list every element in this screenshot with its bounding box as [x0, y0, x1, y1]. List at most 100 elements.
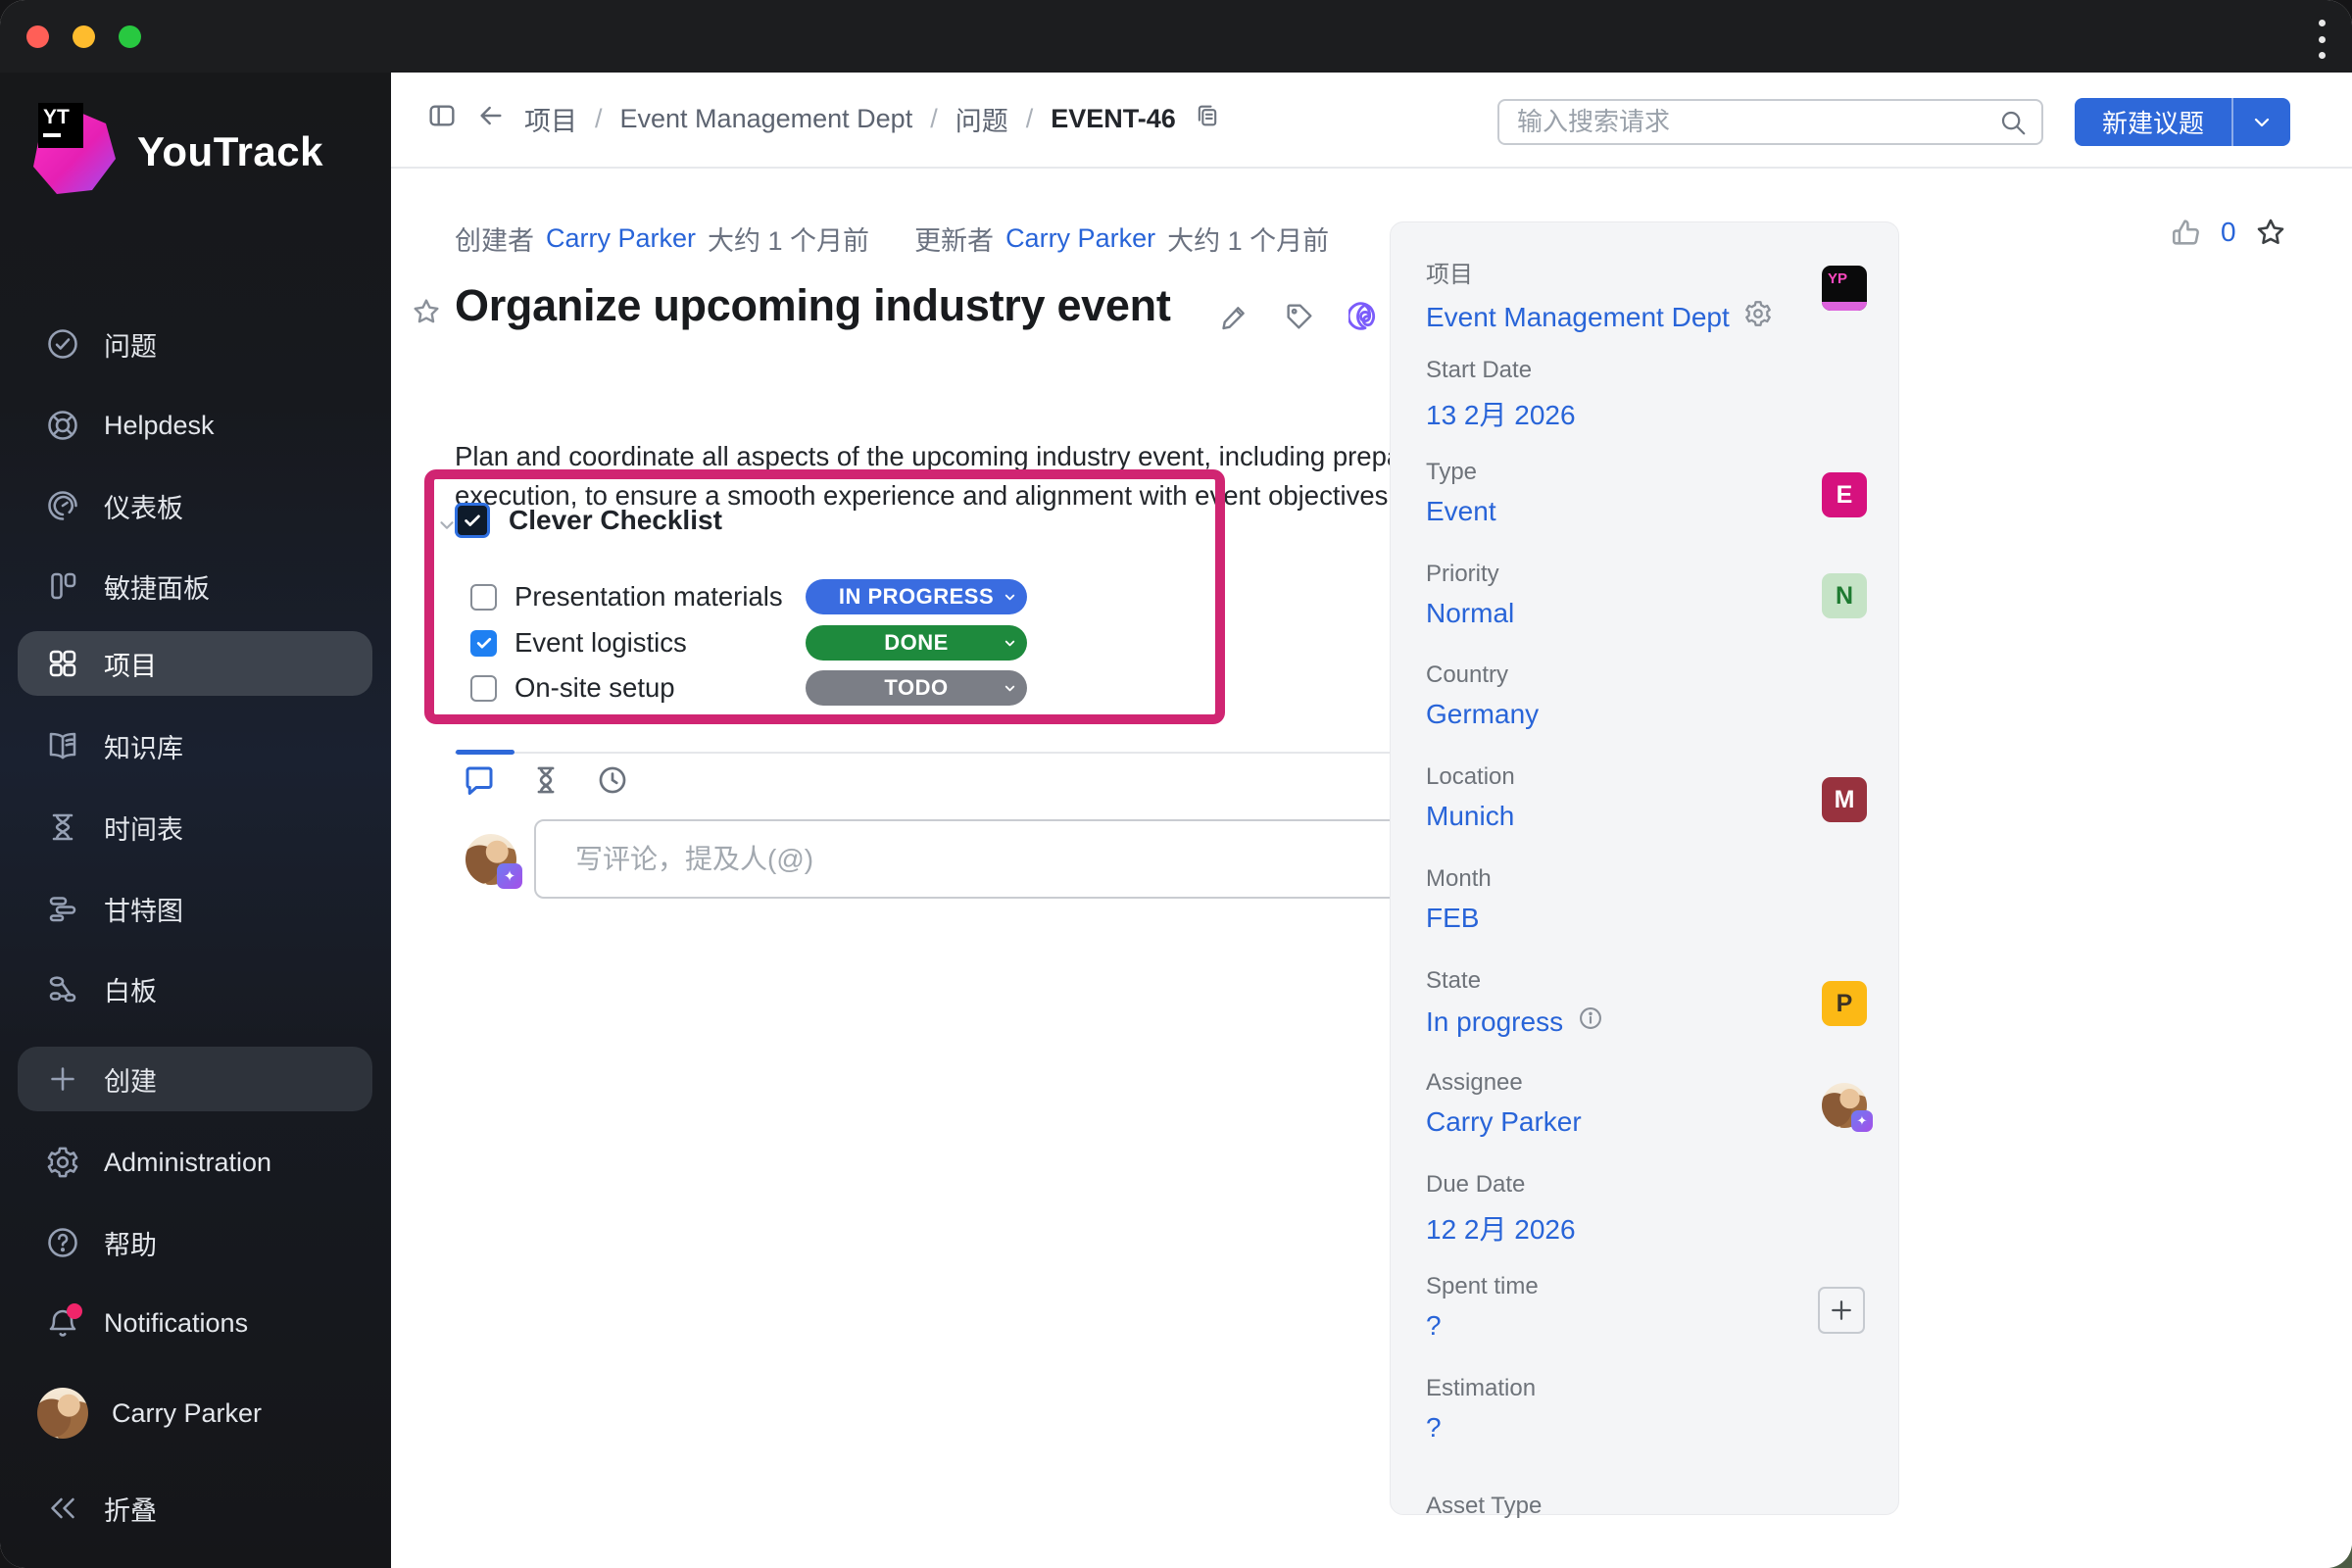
sidebar-item-gantt-charts[interactable]: 甘特图 — [18, 876, 372, 941]
project-settings-gear-icon[interactable] — [1743, 299, 1773, 335]
field-value-link[interactable]: ? — [1426, 1310, 1442, 1342]
field-value-link[interactable]: Event — [1426, 496, 1496, 527]
item-checkbox[interactable] — [470, 675, 497, 702]
checklist-header-checkbox[interactable] — [458, 506, 487, 535]
sidebar-item-issues[interactable]: 问题 — [18, 312, 372, 376]
issue-fields-panel: 项目 Event Management Dept YP Start Date 1… — [1390, 221, 1899, 1515]
sidebar-item-label: 仪表板 — [104, 487, 183, 525]
project-avatar-bar — [1822, 302, 1867, 311]
titlebar — [0, 0, 2352, 73]
breadcrumb-issues[interactable]: 问题 — [956, 100, 1008, 138]
sidebar-item-notifications[interactable]: Notifications — [18, 1291, 372, 1355]
field-location: Location Munich — [1426, 763, 1798, 832]
checklist-header: Clever Checklist — [458, 505, 722, 536]
activity-tabs — [460, 760, 632, 800]
updated-user-link[interactable]: Carry Parker — [1005, 223, 1155, 254]
sidebar-item-whiteboards[interactable]: 白板 — [18, 956, 372, 1021]
create-button[interactable]: 创建 — [18, 1047, 372, 1111]
field-label: Location — [1426, 763, 1798, 791]
field-value-link[interactable]: In progress — [1426, 1006, 1563, 1038]
field-start-date: Start Date 13 2月 2026 — [1426, 357, 1798, 433]
created-user-link[interactable]: Carry Parker — [546, 223, 696, 254]
logo-wordmark: YouTrack — [137, 128, 323, 175]
collapse-label: 折叠 — [104, 1490, 157, 1528]
new-issue-button[interactable]: 新建议题 — [2075, 98, 2231, 146]
plus-icon — [45, 1061, 80, 1097]
edit-pencil-icon[interactable] — [1219, 301, 1250, 332]
sidebar-collapse-button[interactable]: 折叠 — [18, 1476, 372, 1541]
gantt-icon — [45, 891, 80, 926]
item-checkbox[interactable] — [470, 630, 497, 657]
sidebar-item-label: Administration — [104, 1148, 271, 1178]
item-checkbox[interactable] — [470, 584, 497, 611]
tab-comments[interactable] — [460, 760, 499, 800]
sidebar-item-agile-boards[interactable]: 敏捷面板 — [18, 554, 372, 618]
field-value-link[interactable]: 13 2月 2026 — [1426, 394, 1576, 433]
field-label: 项目 — [1426, 255, 1798, 289]
sidebar-item-timesheets[interactable]: 时间表 — [18, 795, 372, 859]
browser-menu-icon[interactable] — [2317, 20, 2327, 59]
info-icon[interactable] — [1577, 1004, 1604, 1039]
breadcrumb-projects[interactable]: 项目 — [524, 100, 577, 138]
tab-spent-time[interactable] — [526, 760, 565, 800]
youtrack-logo[interactable]: YT YouTrack — [29, 108, 323, 196]
sidebar-item-dashboards[interactable]: 仪表板 — [18, 473, 372, 538]
status-pill-dropdown[interactable]: DONE — [806, 625, 1027, 661]
field-value-link[interactable]: Germany — [1426, 699, 1539, 730]
favorite-star-icon[interactable] — [411, 296, 442, 332]
star-icon[interactable] — [2254, 216, 2287, 249]
assignee-avatar[interactable]: ✦ — [1822, 1083, 1867, 1128]
user-name: Carry Parker — [112, 1398, 262, 1429]
field-value-link[interactable]: 12 2月 2026 — [1426, 1208, 1576, 1248]
status-pill-label: DONE — [884, 630, 949, 656]
back-arrow-icon[interactable] — [475, 100, 507, 138]
sidebar-item-label: Helpdesk — [104, 411, 215, 441]
collapse-icon — [45, 1491, 80, 1526]
breadcrumb-separator: / — [930, 104, 938, 134]
helpdesk-icon — [45, 408, 80, 443]
sidebar-item-knowledge-base[interactable]: 知识库 — [18, 713, 372, 778]
sidebar-item-administration[interactable]: Administration — [18, 1130, 372, 1195]
fold-chevron-icon[interactable] — [436, 514, 458, 541]
search-input[interactable] — [1499, 107, 1998, 137]
status-pill-dropdown[interactable]: IN PROGRESS — [806, 579, 1027, 614]
field-value-link[interactable]: Event Management Dept — [1426, 302, 1730, 333]
project-avatar[interactable]: YP — [1822, 266, 1867, 311]
field-value-link[interactable]: Carry Parker — [1426, 1106, 1582, 1138]
breadcrumb-project-name[interactable]: Event Management Dept — [620, 104, 913, 134]
issue-meta: 创建者 Carry Parker 大约 1 个月前 更新者 Carry Park… — [455, 220, 1329, 258]
close-window-button[interactable] — [26, 25, 49, 48]
field-label: State — [1426, 967, 1798, 995]
yt-monogram: YT — [38, 103, 83, 148]
copy-id-icon[interactable] — [1194, 102, 1221, 136]
field-spent-time: Spent time ? — [1426, 1273, 1798, 1342]
type-badge: E — [1822, 472, 1867, 517]
sidebar-item-label: 敏捷面板 — [104, 567, 210, 606]
sidebar-item-projects[interactable]: 项目 — [18, 631, 372, 696]
field-value-link[interactable]: Munich — [1426, 801, 1514, 832]
sidebar-item-profile[interactable]: Carry Parker — [18, 1381, 372, 1446]
thumbs-up-icon[interactable] — [2170, 216, 2203, 249]
minimize-window-button[interactable] — [73, 25, 95, 48]
status-pill-dropdown[interactable]: TODO — [806, 670, 1027, 706]
status-pill-label: TODO — [884, 675, 948, 701]
new-issue-dropdown-button[interactable] — [2233, 98, 2290, 146]
add-work-item-button[interactable] — [1818, 1287, 1865, 1334]
field-value-link[interactable]: FEB — [1426, 903, 1479, 934]
toggle-sidebar-icon[interactable] — [426, 100, 458, 138]
sidebar-item-helpdesk[interactable]: Helpdesk — [18, 393, 372, 458]
search-icon[interactable] — [1998, 108, 2028, 137]
header-divider — [391, 167, 2352, 169]
tag-icon[interactable] — [1284, 301, 1315, 332]
checklist-annotation-box: Clever Checklist Presentation materials … — [424, 469, 1225, 724]
field-value-link[interactable]: Normal — [1426, 598, 1514, 629]
app-badge-icon: ✦ — [1851, 1110, 1873, 1132]
chevron-down-icon — [1003, 681, 1017, 696]
field-value-link[interactable]: ? — [1426, 1412, 1442, 1444]
search-box — [1497, 99, 2043, 145]
field-type: Type Event — [1426, 459, 1798, 527]
tab-history[interactable] — [593, 760, 632, 800]
ai-mention-icon[interactable] — [1348, 300, 1382, 333]
zoom-window-button[interactable] — [119, 25, 141, 48]
sidebar-item-help[interactable]: 帮助 — [18, 1210, 372, 1275]
